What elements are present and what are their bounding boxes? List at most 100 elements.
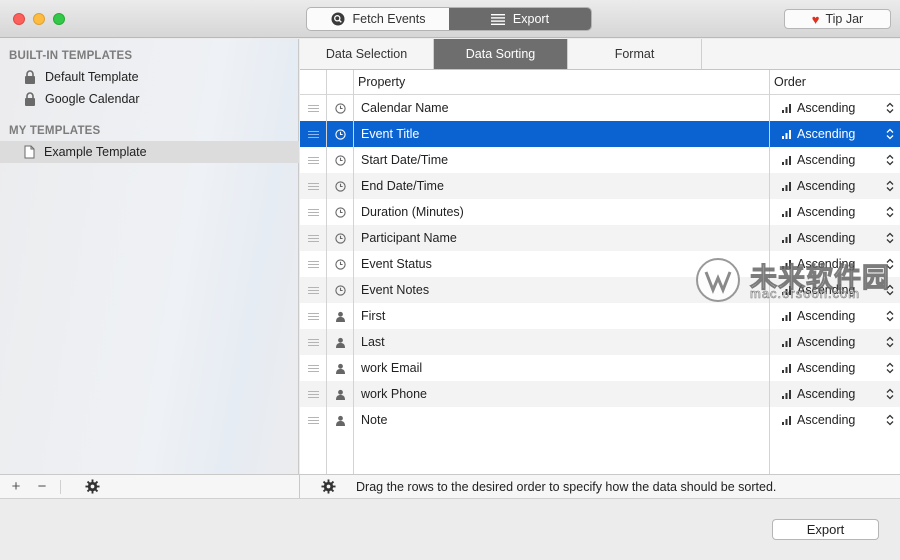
property-name: Note: [361, 413, 388, 427]
export-segment[interactable]: Export: [449, 8, 591, 30]
builtin-templates-heading: BUILT-IN TEMPLATES: [9, 50, 133, 62]
tip-jar-button[interactable]: ♥ Tip Jar: [784, 9, 891, 29]
updown-chevron-icon: [886, 180, 894, 192]
table-row[interactable]: Event Status Ascending: [300, 251, 900, 277]
property-column-header[interactable]: Property: [358, 70, 405, 95]
tab-data-sorting[interactable]: Data Sorting: [434, 39, 568, 69]
table-row[interactable]: Event Notes Ascending: [300, 277, 900, 303]
tab-data-selection[interactable]: Data Selection: [300, 39, 434, 69]
list-icon: [490, 13, 505, 25]
order-select[interactable]: Ascending: [782, 173, 894, 199]
clock-icon: [327, 121, 353, 147]
order-select[interactable]: Ascending: [782, 199, 894, 225]
order-select[interactable]: Ascending: [782, 303, 894, 329]
property-name: Event Title: [361, 127, 420, 141]
order-select[interactable]: Ascending: [782, 277, 894, 303]
order-select[interactable]: Ascending: [782, 95, 894, 121]
order-select[interactable]: Ascending: [782, 251, 894, 277]
mode-segmented-control: Fetch Events Export: [306, 7, 592, 31]
table-row[interactable]: Participant Name Ascending: [300, 225, 900, 251]
person-icon: [327, 381, 353, 407]
sort-ascending-icon: [782, 311, 791, 321]
property-name: Last: [361, 335, 385, 349]
order-value: Ascending: [797, 413, 856, 427]
drag-handle[interactable]: [300, 147, 327, 173]
status-hint-text: Drag the rows to the desired order to sp…: [356, 479, 777, 494]
zoom-window-button[interactable]: [53, 13, 65, 25]
table-row[interactable]: Last Ascending: [300, 329, 900, 355]
order-value: Ascending: [797, 361, 856, 375]
column-divider: [769, 70, 770, 474]
sort-ascending-icon: [782, 233, 791, 243]
clock-icon: [327, 199, 353, 225]
order-select[interactable]: Ascending: [782, 121, 894, 147]
table-row[interactable]: Duration (Minutes) Ascending: [300, 199, 900, 225]
person-icon: [327, 303, 353, 329]
table-row[interactable]: End Date/Time Ascending: [300, 173, 900, 199]
drag-handle[interactable]: [300, 355, 327, 381]
sidebar-item-example-template[interactable]: Example Template: [0, 141, 299, 163]
table-row[interactable]: work Email Ascending: [300, 355, 900, 381]
drag-handle[interactable]: [300, 173, 327, 199]
remove-template-button[interactable]: −: [32, 475, 52, 499]
drag-handle[interactable]: [300, 277, 327, 303]
drag-handle[interactable]: [300, 251, 327, 277]
table-row[interactable]: work Phone Ascending: [300, 381, 900, 407]
table-row[interactable]: First Ascending: [300, 303, 900, 329]
property-name: Event Notes: [361, 283, 430, 297]
sidebar-item-label: Example Template: [44, 145, 147, 159]
table-settings-button[interactable]: [300, 479, 356, 494]
search-icon: [331, 12, 345, 26]
sidebar-item-label: Google Calendar: [45, 92, 140, 106]
person-icon: [327, 355, 353, 381]
fetch-events-label: Fetch Events: [352, 12, 426, 26]
clock-icon: [327, 173, 353, 199]
person-icon: [327, 329, 353, 355]
minimize-window-button[interactable]: [33, 13, 45, 25]
drag-handle[interactable]: [300, 225, 327, 251]
order-value: Ascending: [797, 335, 856, 349]
sort-ascending-icon: [782, 285, 791, 295]
property-name: work Email: [361, 361, 423, 375]
order-select[interactable]: Ascending: [782, 381, 894, 407]
updown-chevron-icon: [886, 102, 894, 114]
close-window-button[interactable]: [13, 13, 25, 25]
fetch-events-segment[interactable]: Fetch Events: [307, 8, 449, 30]
drag-handle[interactable]: [300, 303, 327, 329]
drag-handle[interactable]: [300, 121, 327, 147]
table-row[interactable]: Event Title Ascending: [300, 121, 900, 147]
property-name: Calendar Name: [361, 101, 449, 115]
table-row[interactable]: Note Ascending: [300, 407, 900, 433]
order-select[interactable]: Ascending: [782, 329, 894, 355]
order-select[interactable]: Ascending: [782, 355, 894, 381]
sort-ascending-icon: [782, 155, 791, 165]
add-template-button[interactable]: +: [0, 475, 32, 499]
updown-chevron-icon: [886, 154, 894, 166]
tab-format[interactable]: Format: [568, 39, 702, 69]
clock-icon: [327, 225, 353, 251]
order-value: Ascending: [797, 179, 856, 193]
drag-handle[interactable]: [300, 199, 327, 225]
sort-ascending-icon: [782, 129, 791, 139]
order-select[interactable]: Ascending: [782, 225, 894, 251]
drag-handle[interactable]: [300, 95, 327, 121]
order-select[interactable]: Ascending: [782, 147, 894, 173]
drag-handle[interactable]: [300, 381, 327, 407]
property-name: First: [361, 309, 386, 323]
sidebar-item-google-calendar[interactable]: Google Calendar: [0, 88, 299, 110]
table-row[interactable]: Calendar Name Ascending: [300, 95, 900, 121]
sidebar-footer: + −: [0, 474, 300, 498]
updown-chevron-icon: [886, 206, 894, 218]
drag-handle[interactable]: [300, 329, 327, 355]
drag-handle[interactable]: [300, 407, 327, 433]
export-button[interactable]: Export: [772, 519, 879, 540]
sidebar-settings-button[interactable]: [61, 475, 123, 499]
order-select[interactable]: Ascending: [782, 407, 894, 433]
order-value: Ascending: [797, 257, 856, 271]
gear-icon: [320, 479, 336, 494]
property-name: Duration (Minutes): [361, 205, 464, 219]
sidebar-item-default-template[interactable]: Default Template: [0, 66, 299, 88]
order-column-header[interactable]: Order: [774, 70, 806, 95]
sort-ascending-icon: [782, 415, 791, 425]
table-row[interactable]: Start Date/Time Ascending: [300, 147, 900, 173]
